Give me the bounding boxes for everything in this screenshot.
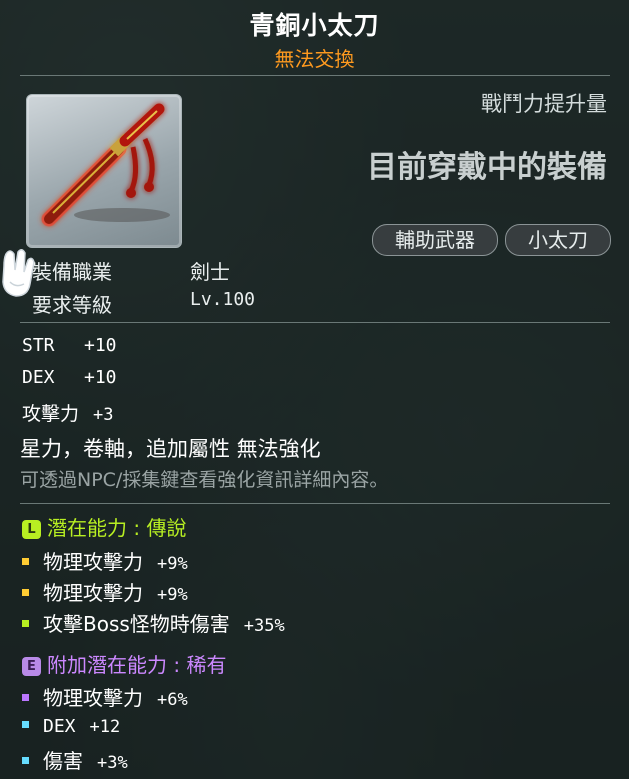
stat-name: DEX — [22, 367, 55, 388]
potential-line: 物理攻擊力 +9% — [22, 577, 188, 606]
bullet-icon — [22, 757, 29, 764]
bonus-potential-line: DEX +12 — [22, 713, 120, 737]
option-name: 攻擊Boss怪物時傷害 — [43, 612, 230, 636]
potential-title: 潛在能力 : 傳說 — [47, 516, 187, 540]
potential-line: 物理攻擊力 +9% — [22, 546, 188, 575]
combat-power-label: 戰鬥力提升量 — [481, 92, 607, 116]
option-value: +12 — [89, 717, 121, 737]
potential-header: L 潛在能力 : 傳說 — [22, 512, 186, 541]
bullet-icon — [22, 558, 29, 565]
option-value: +9% — [157, 585, 188, 605]
bonus-potential-title: 附加潛在能力 : 稀有 — [47, 653, 227, 677]
item-name: 青銅小太刀 — [249, 11, 380, 40]
stat-value: +10 — [84, 367, 117, 388]
bonus-potential-line: 物理攻擊力 +6% — [22, 682, 188, 711]
stat-value: +10 — [84, 335, 117, 356]
option-name: 傷害 — [43, 749, 83, 773]
level-value: Lv.100 — [190, 289, 256, 310]
option-name: 物理攻擊力 — [43, 686, 143, 710]
item-icon-frame — [26, 94, 182, 248]
bonus-potential-line: 傷害 +3% — [22, 745, 128, 774]
job-value: 劍士 — [190, 260, 230, 284]
enhance-hint: 可透過NPC/採集鍵查看強化資訊詳細內容。 — [20, 469, 389, 491]
stat-value: +3 — [93, 405, 114, 425]
epic-badge-icon: E — [22, 657, 41, 676]
option-value: +3% — [97, 753, 128, 773]
stat-str: STR +10 — [22, 335, 117, 356]
trade-status: 無法交換 — [274, 47, 355, 71]
stat-name: STR — [22, 335, 55, 356]
job-label: 裝備職業 — [32, 260, 112, 284]
level-label: 要求等級 — [32, 293, 112, 317]
tag-secondary-weapon: 輔助武器 — [372, 224, 498, 256]
bullet-icon — [22, 694, 29, 701]
stat-dex: DEX +10 — [22, 367, 117, 388]
bullet-icon — [22, 721, 29, 728]
stat-name: 攻擊力 — [22, 403, 80, 425]
divider — [20, 503, 610, 504]
option-value: +35% — [243, 616, 285, 636]
tag-weapon-type: 小太刀 — [505, 224, 611, 256]
option-value: +6% — [157, 690, 188, 710]
option-name: DEX — [43, 716, 76, 737]
divider — [20, 75, 610, 76]
potential-line: 攻擊Boss怪物時傷害 +35% — [22, 608, 285, 637]
bullet-icon — [22, 589, 29, 596]
equipped-status: 目前穿戴中的裝備 — [367, 150, 607, 185]
divider — [20, 322, 610, 323]
stat-attack: 攻擊力 +3 — [22, 399, 114, 426]
hand-cursor-icon — [2, 249, 35, 297]
short-sword-icon — [41, 103, 170, 227]
bonus-potential-header: E 附加潛在能力 : 稀有 — [22, 649, 226, 678]
option-name: 物理攻擊力 — [43, 550, 143, 574]
bullet-icon — [22, 620, 29, 627]
enhance-note: 星力，卷軸，追加屬性 無法強化 — [20, 437, 321, 461]
option-value: +9% — [157, 554, 188, 574]
option-name: 物理攻擊力 — [43, 581, 143, 605]
legendary-badge-icon: L — [22, 520, 41, 539]
